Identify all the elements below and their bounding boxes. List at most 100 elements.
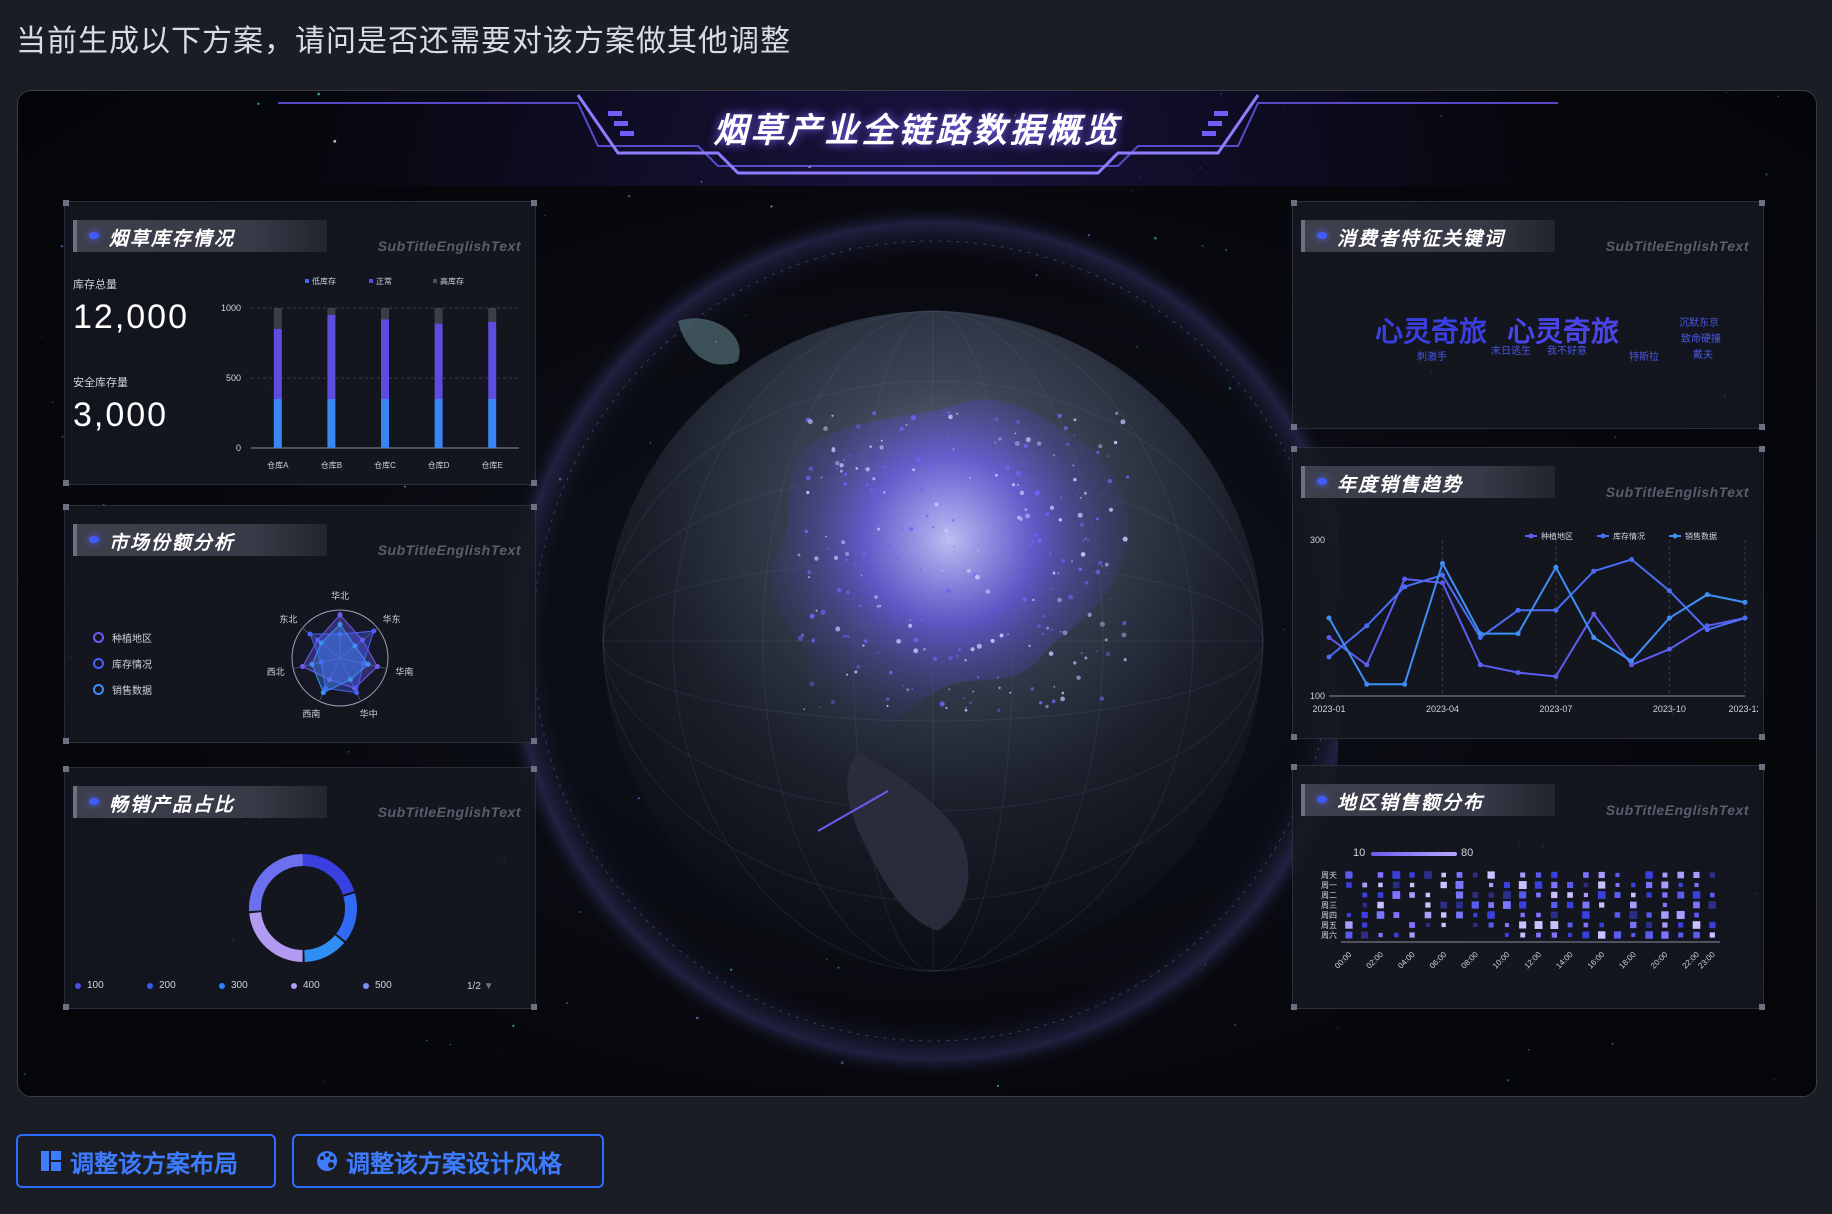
data-point — [1742, 615, 1748, 621]
y-tick-label: 300 — [1310, 535, 1325, 545]
radar-point — [300, 664, 306, 670]
bar-segment — [488, 308, 497, 322]
bar-segment — [327, 399, 336, 448]
adjust-layout-button[interactable]: 调整该方案布局 — [16, 1134, 276, 1188]
x-tick-label: 仓库E — [482, 460, 503, 470]
visual-map-slider[interactable] — [1371, 852, 1457, 856]
chat-prompt-text: 当前生成以下方案，请问是否还需要对该方案做其他调整 — [16, 25, 791, 58]
x-tick-label: 仓库B — [321, 460, 342, 470]
series-line — [1328, 560, 1746, 686]
legend-ring-icon — [93, 657, 104, 669]
heatmap-cell — [1487, 871, 1495, 879]
heatmap-cell — [1613, 931, 1622, 939]
radar-point — [337, 612, 343, 618]
legend-label: 500 — [375, 980, 392, 991]
pager-down-icon[interactable]: ▼ — [484, 981, 494, 992]
panel-products: 畅销产品占比 SubTitleEnglishText 100 200 300 400 5… — [63, 766, 537, 1010]
data-point — [1591, 611, 1597, 617]
bar-segment — [381, 308, 389, 320]
legend-label: 400 — [303, 980, 320, 991]
bar-segment — [434, 399, 443, 448]
data-point — [1704, 592, 1710, 598]
heatmap-cell — [1409, 922, 1415, 928]
radar-label: 华东 — [383, 613, 401, 624]
keyword: 我不好意 — [1547, 346, 1587, 357]
heatmap-cell — [1583, 892, 1588, 898]
heatmap-cell — [1504, 933, 1509, 937]
legend-marker — [1528, 533, 1534, 539]
region-sales-heatmap: 周天周一周二周三周四周五周六 00:00 02:00 04:00 06:00 08:00 1… — [1321, 871, 1721, 971]
panel-subtitle: SubTitleEnglishText — [1605, 484, 1749, 500]
legend-item[interactable]: 400 — [291, 980, 363, 991]
panel-title: 年度销售趋势 — [1337, 475, 1464, 496]
heatmap-cell — [1661, 911, 1669, 919]
bar-segment — [273, 399, 282, 448]
radar-point — [320, 690, 326, 696]
heatmap-cell — [1677, 871, 1684, 879]
y-tick-label: 周五 — [1321, 921, 1337, 930]
heatmap-cell — [1345, 931, 1353, 939]
legend-dot-icon — [291, 982, 297, 989]
legend-item[interactable]: 100 — [75, 980, 147, 991]
legend-item[interactable]: 库存情况 — [93, 650, 152, 676]
bar-segment — [273, 329, 282, 399]
heatmap-cell — [1583, 882, 1589, 888]
legend-item[interactable]: 300 — [219, 980, 291, 991]
panel-region: 地区销售额分布 SubTitleEnglishText 10 80 周天 周一 周二… — [1291, 764, 1765, 1010]
heatmap-cell — [1503, 882, 1510, 889]
heatmap-cell — [1551, 891, 1558, 899]
radar-label: 华南 — [395, 666, 413, 677]
heatmap-cell — [1362, 892, 1368, 898]
heatmap-cell — [1645, 931, 1653, 939]
x-tick-label: 2023-10 — [1653, 704, 1686, 714]
sales-trend-line-chart: 种植地区 库存情况 销售数据 100 300 2023-01 2023-04 2023-07 2… — [1310, 531, 1758, 714]
data-point — [1629, 557, 1635, 562]
y-tick-label: 周三 — [1321, 901, 1337, 910]
heatmap-cell — [1393, 881, 1400, 889]
data-point — [1742, 599, 1748, 605]
heatmap-cell — [1646, 881, 1653, 889]
heatmap-cell — [1661, 931, 1669, 939]
legend-item[interactable]: 种植地区 — [93, 624, 152, 650]
panel-title-bar: 市场份额分析 — [73, 524, 327, 556]
keyword: 沉默东京 — [1679, 318, 1719, 329]
adjust-style-button[interactable]: 调整该方案设计风格 — [292, 1134, 604, 1188]
legend-label: 200 — [159, 980, 176, 991]
legend-item[interactable]: 200 — [147, 980, 219, 991]
panel-title: 烟草库存情况 — [109, 229, 236, 250]
data-point — [1326, 615, 1332, 621]
data-point — [1515, 607, 1521, 613]
data-point — [1515, 631, 1521, 637]
panel-subtitle: SubTitleEnglishText — [1605, 238, 1749, 254]
heatmap-cell — [1409, 932, 1415, 938]
radar-label: 华中 — [360, 708, 378, 719]
x-tick-label: 00:00 — [1333, 950, 1354, 971]
heatmap-cell — [1646, 892, 1652, 898]
panel-title-bar: 消费者特征关键词 — [1301, 220, 1555, 252]
heatmap-cell — [1376, 911, 1385, 919]
bar-segment — [488, 322, 497, 399]
button-label: 调整该方案设计风格 — [346, 1150, 562, 1178]
heatmap-cell — [1597, 891, 1606, 899]
data-point — [1704, 627, 1710, 633]
data-point — [1364, 681, 1370, 687]
keyword: 致命硬撞 — [1681, 334, 1721, 345]
palette-icon — [317, 1151, 337, 1171]
heatmap-cell — [1441, 872, 1446, 878]
keyword: 特斯拉 — [1629, 352, 1659, 363]
legend-item[interactable]: 500 — [363, 980, 435, 991]
data-point — [1666, 615, 1672, 621]
title-dot-icon — [89, 798, 99, 805]
legend-item[interactable]: 销售数据 — [93, 676, 152, 702]
x-tick-label: 20:00 — [1649, 950, 1670, 971]
legend-ring-icon — [93, 631, 104, 643]
legend-swatch — [305, 279, 309, 283]
legend-pager[interactable]: 1/2 ▼ — [467, 981, 494, 992]
heatmap-cell — [1346, 882, 1352, 888]
data-point — [1364, 662, 1370, 668]
data-point — [1553, 564, 1559, 570]
heatmap-cell — [1392, 871, 1401, 879]
heatmap-cell — [1378, 932, 1383, 938]
y-tick-label: 周一 — [1321, 881, 1337, 890]
heatmap-cell — [1710, 892, 1715, 898]
